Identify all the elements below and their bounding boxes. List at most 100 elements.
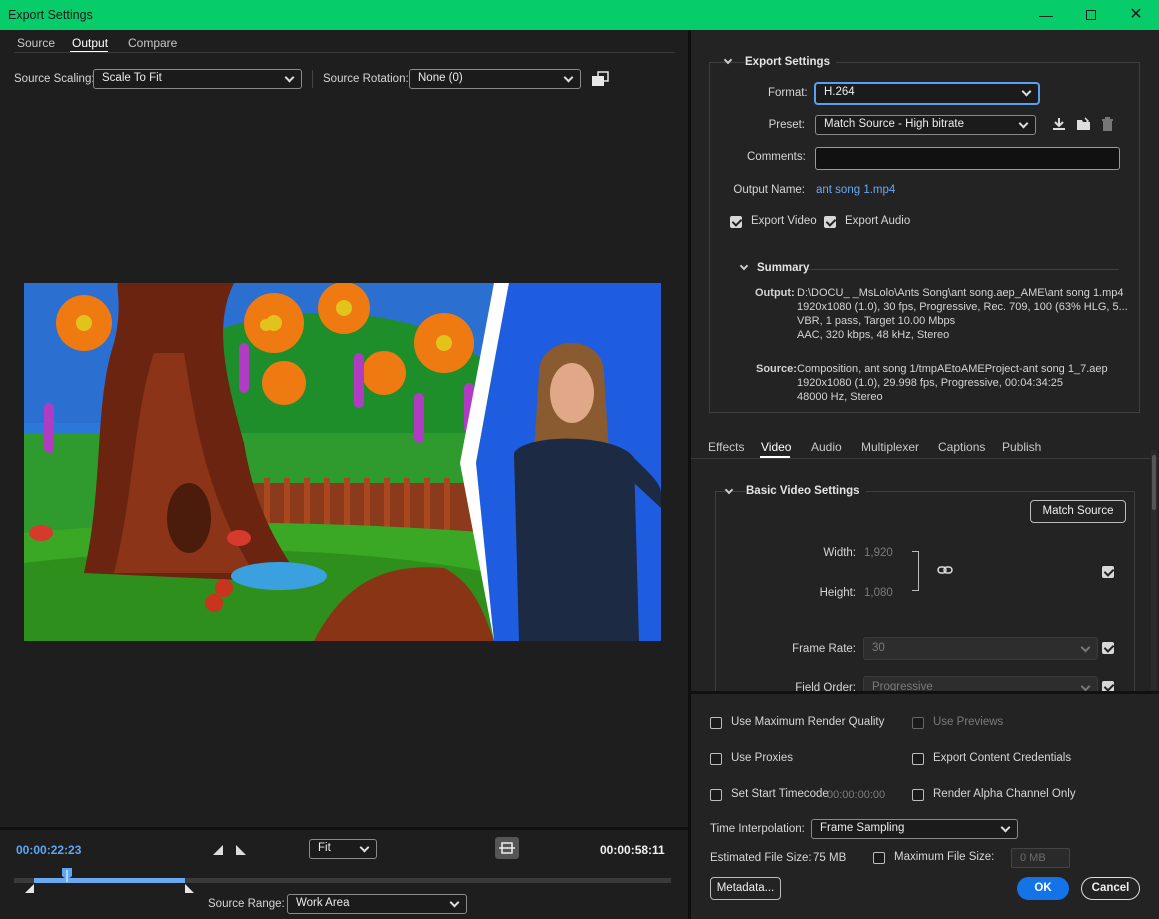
use-previews-label: Use Previews bbox=[933, 716, 1004, 728]
basic-video-header: Basic Video Settings bbox=[746, 485, 866, 497]
summary-source-line: 1920x1080 (1.0), 29.998 fps, Progressive… bbox=[797, 377, 1064, 389]
close-button[interactable]: ✕ bbox=[1126, 5, 1146, 25]
preview-frame-image bbox=[24, 283, 661, 641]
height-value[interactable]: 1,080 bbox=[864, 587, 893, 599]
chevron-down-icon bbox=[1080, 642, 1091, 653]
tab-publish[interactable]: Publish bbox=[1002, 440, 1041, 454]
tab-compare[interactable]: Compare bbox=[128, 36, 177, 50]
export-settings-header: Export Settings bbox=[745, 56, 836, 68]
source-scaling-label: Source Scaling: bbox=[14, 73, 95, 85]
match-source-button[interactable]: Match Source bbox=[1030, 500, 1126, 523]
chevron-down-icon bbox=[284, 72, 295, 83]
width-height-checkbox[interactable] bbox=[1102, 566, 1114, 578]
timeline-divider bbox=[0, 827, 688, 830]
title-bar: Export Settings — ✕ bbox=[0, 0, 1159, 30]
format-label: Format: bbox=[768, 87, 808, 99]
chevron-down-icon bbox=[1021, 86, 1032, 97]
export-video-checkbox[interactable] bbox=[730, 216, 742, 228]
chevron-down-icon bbox=[1018, 118, 1029, 129]
tab-video[interactable]: Video bbox=[761, 440, 791, 454]
frame-rate-dropdown[interactable]: 30 bbox=[863, 637, 1098, 660]
zoom-dropdown[interactable]: Fit bbox=[309, 839, 377, 859]
chevron-down-icon bbox=[359, 842, 370, 853]
source-range-label: Source Range: bbox=[208, 898, 285, 910]
metadata-button[interactable]: Metadata... bbox=[710, 877, 781, 900]
in-point-handle[interactable] bbox=[24, 884, 35, 893]
export-audio-label: Export Audio bbox=[845, 215, 911, 227]
mark-out-icon[interactable] bbox=[235, 844, 247, 856]
tab-source[interactable]: Source bbox=[17, 36, 55, 50]
cancel-button[interactable]: Cancel bbox=[1081, 877, 1140, 900]
video-settings-scroll[interactable]: Basic Video Settings Match Source Width:… bbox=[691, 459, 1151, 691]
source-rotation-dropdown[interactable]: None (0) bbox=[409, 69, 581, 89]
frame-rate-checkbox[interactable] bbox=[1102, 642, 1114, 654]
time-interpolation-label: Time Interpolation: bbox=[710, 823, 805, 835]
bottom-divider bbox=[691, 691, 1159, 694]
source-range-value: Work Area bbox=[296, 897, 350, 909]
format-dropdown[interactable]: H.264 bbox=[815, 83, 1039, 104]
comments-label: Comments: bbox=[747, 151, 806, 163]
export-audio-checkbox[interactable] bbox=[824, 216, 836, 228]
tab-multiplexer[interactable]: Multiplexer bbox=[861, 440, 919, 454]
zoom-value: Fit bbox=[318, 842, 331, 854]
current-timecode[interactable]: 00:00:22:23 bbox=[16, 843, 81, 857]
start-timecode-value[interactable]: 00:00:00:00 bbox=[827, 789, 885, 801]
maximize-button[interactable] bbox=[1081, 5, 1101, 25]
work-area-bar[interactable] bbox=[33, 878, 185, 883]
summary-output-label: Output: bbox=[755, 287, 795, 299]
time-interpolation-dropdown[interactable]: Frame Sampling bbox=[811, 819, 1018, 839]
summary-output-line: AAC, 320 kbps, 48 kHz, Stereo bbox=[797, 329, 950, 341]
field-order-checkbox[interactable] bbox=[1102, 681, 1114, 691]
tab-effects[interactable]: Effects bbox=[708, 440, 744, 454]
save-preset-icon[interactable] bbox=[1052, 117, 1066, 131]
playhead[interactable] bbox=[61, 868, 72, 882]
video-preview[interactable] bbox=[24, 283, 661, 641]
delete-preset-icon[interactable] bbox=[1101, 117, 1114, 131]
preview-panel: Source Output Compare Source Scaling: Sc… bbox=[0, 30, 688, 919]
link-icon[interactable] bbox=[937, 565, 953, 575]
max-size-input[interactable]: 0 MB bbox=[1011, 848, 1070, 868]
tab-audio[interactable]: Audio bbox=[811, 440, 842, 454]
ok-button[interactable]: OK bbox=[1017, 877, 1069, 900]
duration-timecode: 00:00:58:11 bbox=[600, 843, 665, 857]
chevron-down-icon bbox=[449, 897, 460, 908]
comments-input[interactable] bbox=[815, 147, 1120, 170]
alpha-only-checkbox[interactable] bbox=[912, 789, 924, 801]
summary-source-text: Composition, ant song 1/tmpAEtoAMEProjec… bbox=[797, 362, 1108, 404]
minimize-button[interactable]: — bbox=[1036, 5, 1056, 25]
chevron-down-icon bbox=[563, 72, 574, 83]
summary-output-text: D:\DOCU_ _MsLolo\Ants Song\ant song.aep_… bbox=[797, 286, 1128, 342]
frame-rate-value: 30 bbox=[872, 642, 885, 654]
tab-captions[interactable]: Captions bbox=[938, 440, 985, 454]
alpha-only-label: Render Alpha Channel Only bbox=[933, 788, 1076, 800]
summary-source-line: 48000 Hz, Stereo bbox=[797, 391, 883, 403]
max-size-checkbox[interactable] bbox=[873, 852, 885, 864]
source-range-dropdown[interactable]: Work Area bbox=[287, 894, 467, 914]
field-order-label: Field Order: bbox=[795, 682, 856, 691]
start-timecode-checkbox[interactable] bbox=[710, 789, 722, 801]
mark-in-icon[interactable] bbox=[213, 844, 225, 856]
source-rotation-label: Source Rotation: bbox=[323, 73, 409, 85]
field-order-dropdown[interactable]: Progressive bbox=[863, 676, 1098, 691]
content-credentials-checkbox[interactable] bbox=[912, 753, 924, 765]
height-label: Height: bbox=[819, 587, 856, 599]
source-scaling-dropdown[interactable]: Scale To Fit bbox=[93, 69, 302, 89]
summary-output-line: D:\DOCU_ _MsLolo\Ants Song\ant song.aep_… bbox=[797, 287, 1124, 299]
fit-range-icon[interactable] bbox=[495, 837, 519, 859]
use-proxies-checkbox[interactable] bbox=[710, 753, 722, 765]
out-point-handle[interactable] bbox=[184, 884, 195, 893]
max-render-checkbox[interactable] bbox=[710, 717, 722, 729]
preset-dropdown[interactable]: Match Source - High bitrate bbox=[815, 115, 1036, 135]
summary-header: Summary bbox=[757, 262, 810, 274]
settings-panel: Export Settings Format: H.264 Preset: Ma… bbox=[691, 30, 1159, 919]
crop-icon[interactable] bbox=[591, 70, 609, 88]
scrollbar-thumb[interactable] bbox=[1152, 455, 1156, 510]
export-video-label: Export Video bbox=[751, 215, 817, 227]
tab-output[interactable]: Output bbox=[72, 36, 108, 50]
width-value[interactable]: 1,920 bbox=[864, 547, 893, 559]
import-preset-icon[interactable] bbox=[1076, 117, 1091, 131]
use-previews-checkbox[interactable] bbox=[912, 717, 924, 729]
output-name-link[interactable]: ant song 1.mp4 bbox=[816, 184, 895, 196]
summary-source-line: Composition, ant song 1/tmpAEtoAMEProjec… bbox=[797, 363, 1108, 375]
frame-rate-label: Frame Rate: bbox=[792, 643, 856, 655]
